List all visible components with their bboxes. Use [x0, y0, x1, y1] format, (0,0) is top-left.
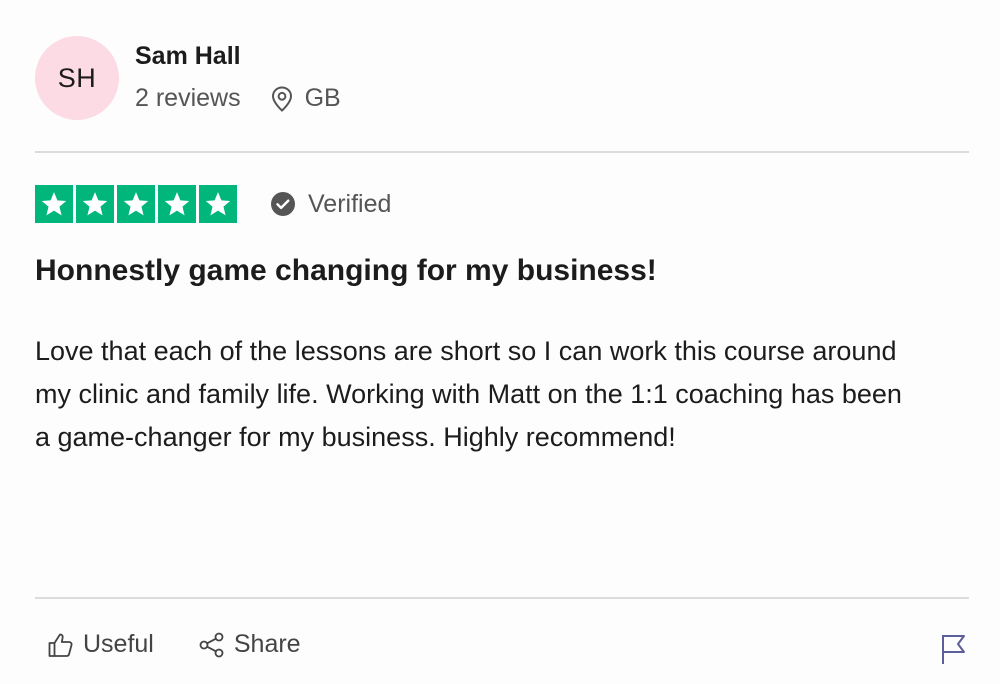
- flag-icon: [942, 635, 965, 664]
- share-button[interactable]: Share: [198, 630, 301, 659]
- review-title[interactable]: Honnestly game changing for my business!: [35, 254, 657, 288]
- star-icon: [35, 185, 73, 223]
- review-count: 2 reviews: [135, 84, 241, 112]
- star-icon: [76, 185, 114, 223]
- rating-row: Verified: [35, 185, 391, 223]
- divider-top: [35, 151, 969, 153]
- report-button[interactable]: [940, 633, 968, 670]
- review-body: Love that each of the lessons are short …: [35, 336, 902, 452]
- location-code: GB: [304, 84, 341, 112]
- reviewer-location: GB: [271, 84, 341, 113]
- reviewer-header: SH Sam Hall 2 reviews GB: [35, 36, 341, 120]
- reviewer-sub: 2 reviews GB: [135, 84, 341, 113]
- thumbs-up-icon: [48, 633, 73, 657]
- share-icon: [199, 632, 224, 657]
- avatar[interactable]: SH: [35, 36, 119, 120]
- useful-label: Useful: [83, 630, 154, 658]
- verified-badge[interactable]: Verified: [270, 190, 391, 219]
- reviewer-name[interactable]: Sam Hall: [135, 42, 341, 71]
- review-actions: Useful Share: [47, 630, 345, 659]
- useful-button[interactable]: Useful: [47, 630, 154, 659]
- share-label: Share: [233, 630, 301, 658]
- star-icon: [199, 185, 237, 223]
- star-icon: [117, 185, 155, 223]
- location-pin-icon: [271, 85, 292, 112]
- reviewer-meta: Sam Hall 2 reviews GB: [135, 36, 341, 113]
- star-rating: [35, 185, 240, 223]
- check-circle-icon: [271, 192, 295, 216]
- divider-bottom: [35, 597, 969, 599]
- star-icon: [158, 185, 196, 223]
- verified-label: Verified: [308, 189, 392, 218]
